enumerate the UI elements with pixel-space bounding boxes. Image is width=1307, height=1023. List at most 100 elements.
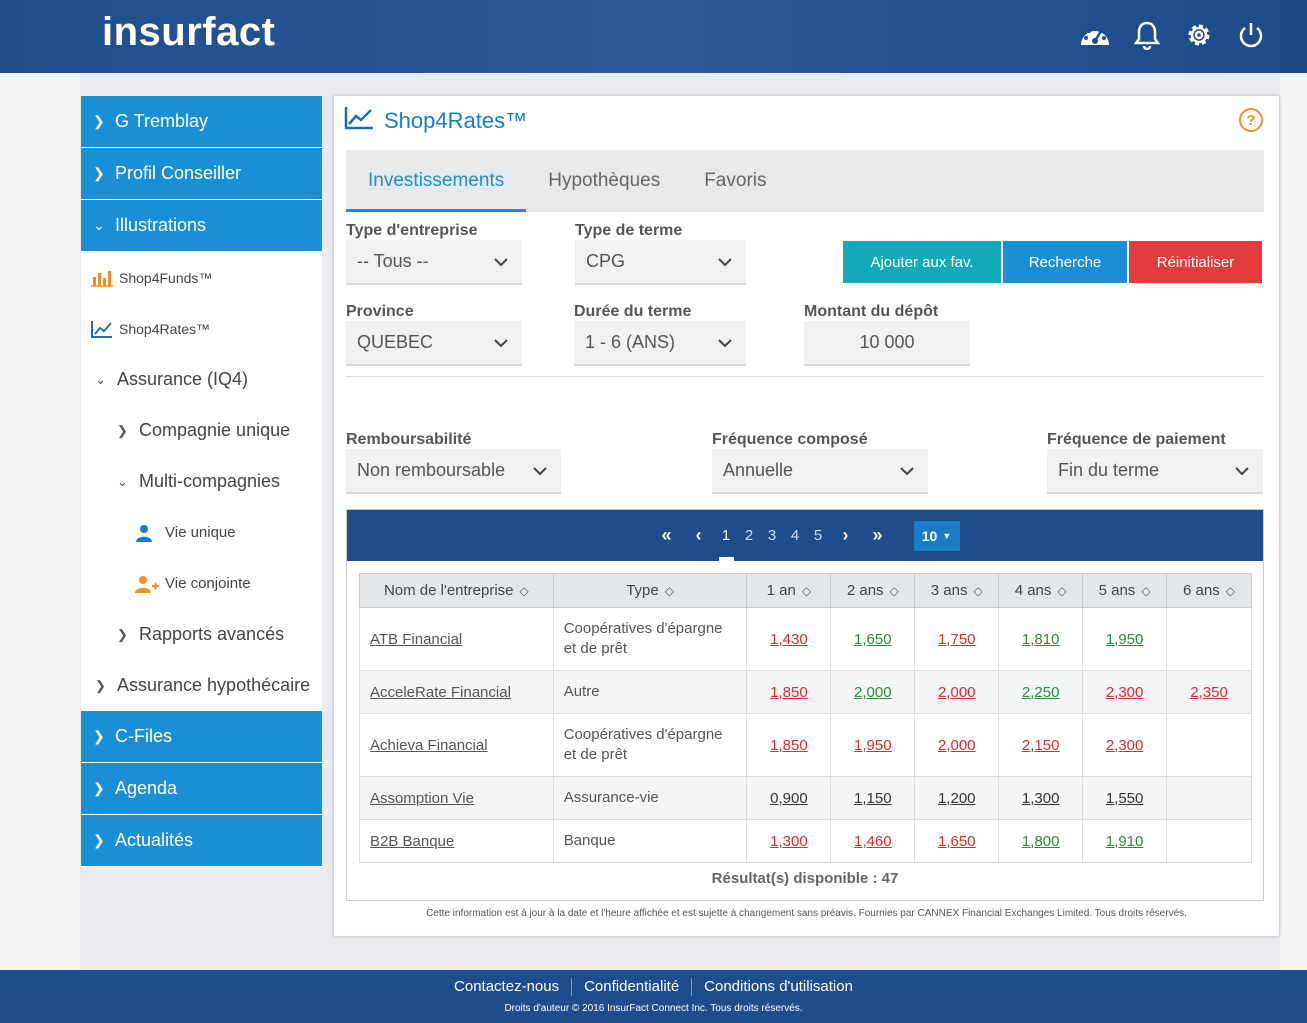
reinitialiser-button[interactable]: Réinitialiser — [1129, 241, 1262, 283]
rate-link[interactable]: 1,950 — [854, 737, 892, 754]
sidebar-item-assurance-iq4[interactable]: ⌄ Assurance (IQ4) — [81, 354, 322, 405]
sidebar-item-assurance-hypothecaire[interactable]: ❯ Assurance hypothécaire — [81, 660, 322, 711]
chevron-down-icon: ⌄ — [93, 217, 105, 233]
per-page-select[interactable]: 10 ▼ — [913, 520, 960, 551]
header-1an[interactable]: 1 an ◇ — [746, 573, 832, 608]
rate-cell — [1166, 776, 1252, 820]
gear-icon[interactable] — [1183, 17, 1215, 53]
sidebar-item-actualites[interactable]: ❯ Actualités — [81, 815, 322, 867]
tab-favoris[interactable]: Favoris — [682, 150, 788, 212]
header-nom[interactable]: Nom de l'entreprise ◇ — [359, 573, 554, 608]
rate-link[interactable]: 2,300 — [1106, 684, 1144, 701]
company-link[interactable]: AcceleRate Financial — [370, 684, 511, 701]
rate-link[interactable]: 2,000 — [938, 737, 976, 754]
footer-link-contact[interactable]: Contactez-nous — [442, 978, 571, 996]
sidebar-item-shop4rates[interactable]: Shop4Rates™ — [81, 303, 322, 354]
rate-link[interactable]: 2,000 — [854, 684, 892, 701]
rate-link[interactable]: 2,350 — [1190, 684, 1228, 701]
sidebar-item-vie-unique[interactable]: Vie unique — [81, 507, 322, 558]
rate-link[interactable]: 0,900 — [770, 790, 808, 807]
rate-link[interactable]: 1,300 — [770, 833, 808, 850]
sidebar-item-g-tremblay[interactable]: ❯ G Tremblay — [81, 96, 322, 148]
rate-link[interactable]: 1,650 — [938, 833, 976, 850]
sidebar-item-label: Rapports avancés — [139, 624, 285, 644]
header-2ans[interactable]: 2 ans ◇ — [830, 573, 916, 608]
rate-link[interactable]: 1,810 — [1022, 631, 1060, 648]
prev-page-icon[interactable]: ‹ — [683, 521, 715, 551]
page-3[interactable]: 3 — [761, 521, 784, 551]
sidebar-item-vie-conjointe[interactable]: Vie conjointe — [81, 558, 322, 609]
rate-link[interactable]: 1,550 — [1106, 790, 1144, 807]
rate-cell: 1,550 — [1082, 776, 1168, 820]
rate-link[interactable]: 2,000 — [938, 684, 976, 701]
tab-hypotheques[interactable]: Hypothèques — [526, 150, 682, 212]
rate-link[interactable]: 1,430 — [770, 631, 808, 648]
sidebar-item-shop4funds[interactable]: Shop4Funds™ — [81, 252, 322, 303]
rate-link[interactable]: 1,750 — [938, 631, 976, 648]
page-5[interactable]: 5 — [807, 521, 830, 551]
rate-link[interactable]: 1,850 — [770, 737, 808, 754]
dashboard-icon[interactable] — [1079, 17, 1111, 53]
page-2[interactable]: 2 — [738, 521, 761, 551]
sidebar-item-profil-conseiller[interactable]: ❯ Profil Conseiller — [81, 148, 322, 200]
rate-link[interactable]: 1,950 — [1106, 631, 1144, 648]
bell-icon[interactable] — [1131, 17, 1163, 53]
sidebar-item-compagnie-unique[interactable]: ❯ Compagnie unique — [81, 405, 322, 456]
footer-link-confidentialite[interactable]: Confidentialité — [572, 978, 691, 996]
logo[interactable]: insurfact — [102, 10, 275, 55]
ajouter-aux-favoris-button[interactable]: Ajouter aux fav. — [843, 241, 1001, 283]
last-page-icon[interactable]: » — [862, 521, 894, 551]
duree-terme-select[interactable]: 1 - 6 (ANS) — [574, 321, 746, 366]
header-5ans[interactable]: 5 ans ◇ — [1082, 573, 1168, 608]
header-6ans[interactable]: 6 ans ◇ — [1166, 573, 1252, 608]
montant-depot-input[interactable]: 10 000 — [804, 321, 970, 366]
header-type[interactable]: Type ◇ — [552, 573, 748, 608]
background-right — [1280, 73, 1307, 970]
rate-link[interactable]: 2,250 — [1022, 684, 1060, 701]
sidebar-item-agenda[interactable]: ❯ Agenda — [81, 763, 322, 815]
help-icon[interactable]: ? — [1239, 108, 1263, 132]
company-link[interactable]: Achieva Financial — [370, 737, 488, 754]
rates-table: Nom de l'entreprise ◇ Type ◇ 1 an ◇ 2 ans ◇ … — [359, 573, 1252, 863]
header-4ans[interactable]: 4 ans ◇ — [998, 573, 1084, 608]
sidebar-item-label: Illustrations — [115, 215, 207, 235]
power-icon[interactable] — [1235, 17, 1267, 53]
frequence-compose-select[interactable]: Annuelle — [712, 449, 928, 494]
remboursabilite-label: Remboursabilité — [346, 431, 472, 448]
company-link[interactable]: Assomption Vie — [370, 790, 474, 807]
rate-cell: 1,850 — [746, 670, 832, 714]
footer-link-conditions[interactable]: Conditions d'utilisation — [692, 978, 865, 996]
rate-cell — [1166, 607, 1252, 671]
rate-link[interactable]: 2,300 — [1106, 737, 1144, 754]
page-4[interactable]: 4 — [784, 521, 807, 551]
rate-link[interactable]: 1,650 — [854, 631, 892, 648]
company-link[interactable]: B2B Banque — [370, 833, 454, 850]
sort-icon: ◇ — [801, 584, 812, 598]
rate-link[interactable]: 1,800 — [1022, 833, 1060, 850]
type-terme-select[interactable]: CPG — [575, 240, 746, 285]
recherche-button[interactable]: Recherche — [1003, 241, 1127, 283]
next-page-icon[interactable]: › — [830, 521, 862, 551]
frequence-paiement-select[interactable]: Fin du terme — [1047, 449, 1263, 494]
rate-link[interactable]: 1,200 — [938, 790, 976, 807]
type-entreprise-select[interactable]: -- Tous -- — [346, 240, 522, 285]
page-1[interactable]: 1 — [715, 521, 738, 561]
sidebar-item-multi-compagnies[interactable]: ⌄ Multi-compagnies — [81, 456, 322, 507]
first-page-icon[interactable]: « — [651, 521, 683, 551]
province-select[interactable]: QUEBEC — [346, 321, 522, 366]
sidebar-item-rapports-avances[interactable]: ❯ Rapports avancés — [81, 609, 322, 660]
sidebar-item-c-files[interactable]: ❯ C-Files — [81, 711, 322, 763]
header-3ans[interactable]: 3 ans ◇ — [914, 573, 1000, 608]
sort-icon: ◇ — [1141, 584, 1151, 598]
rate-link[interactable]: 2,150 — [1022, 737, 1060, 754]
sidebar-item-illustrations[interactable]: ⌄ Illustrations — [81, 200, 322, 252]
rate-link[interactable]: 1,850 — [770, 684, 808, 701]
chevron-down-icon — [718, 334, 732, 355]
remboursabilite-select[interactable]: Non remboursable — [346, 449, 561, 494]
company-link[interactable]: ATB Financial — [370, 631, 462, 648]
rate-link[interactable]: 1,460 — [854, 833, 892, 850]
rate-link[interactable]: 1,300 — [1022, 790, 1060, 807]
rate-link[interactable]: 1,150 — [854, 790, 892, 807]
rate-link[interactable]: 1,910 — [1106, 833, 1144, 850]
tab-investissements[interactable]: Investissements — [346, 150, 527, 212]
